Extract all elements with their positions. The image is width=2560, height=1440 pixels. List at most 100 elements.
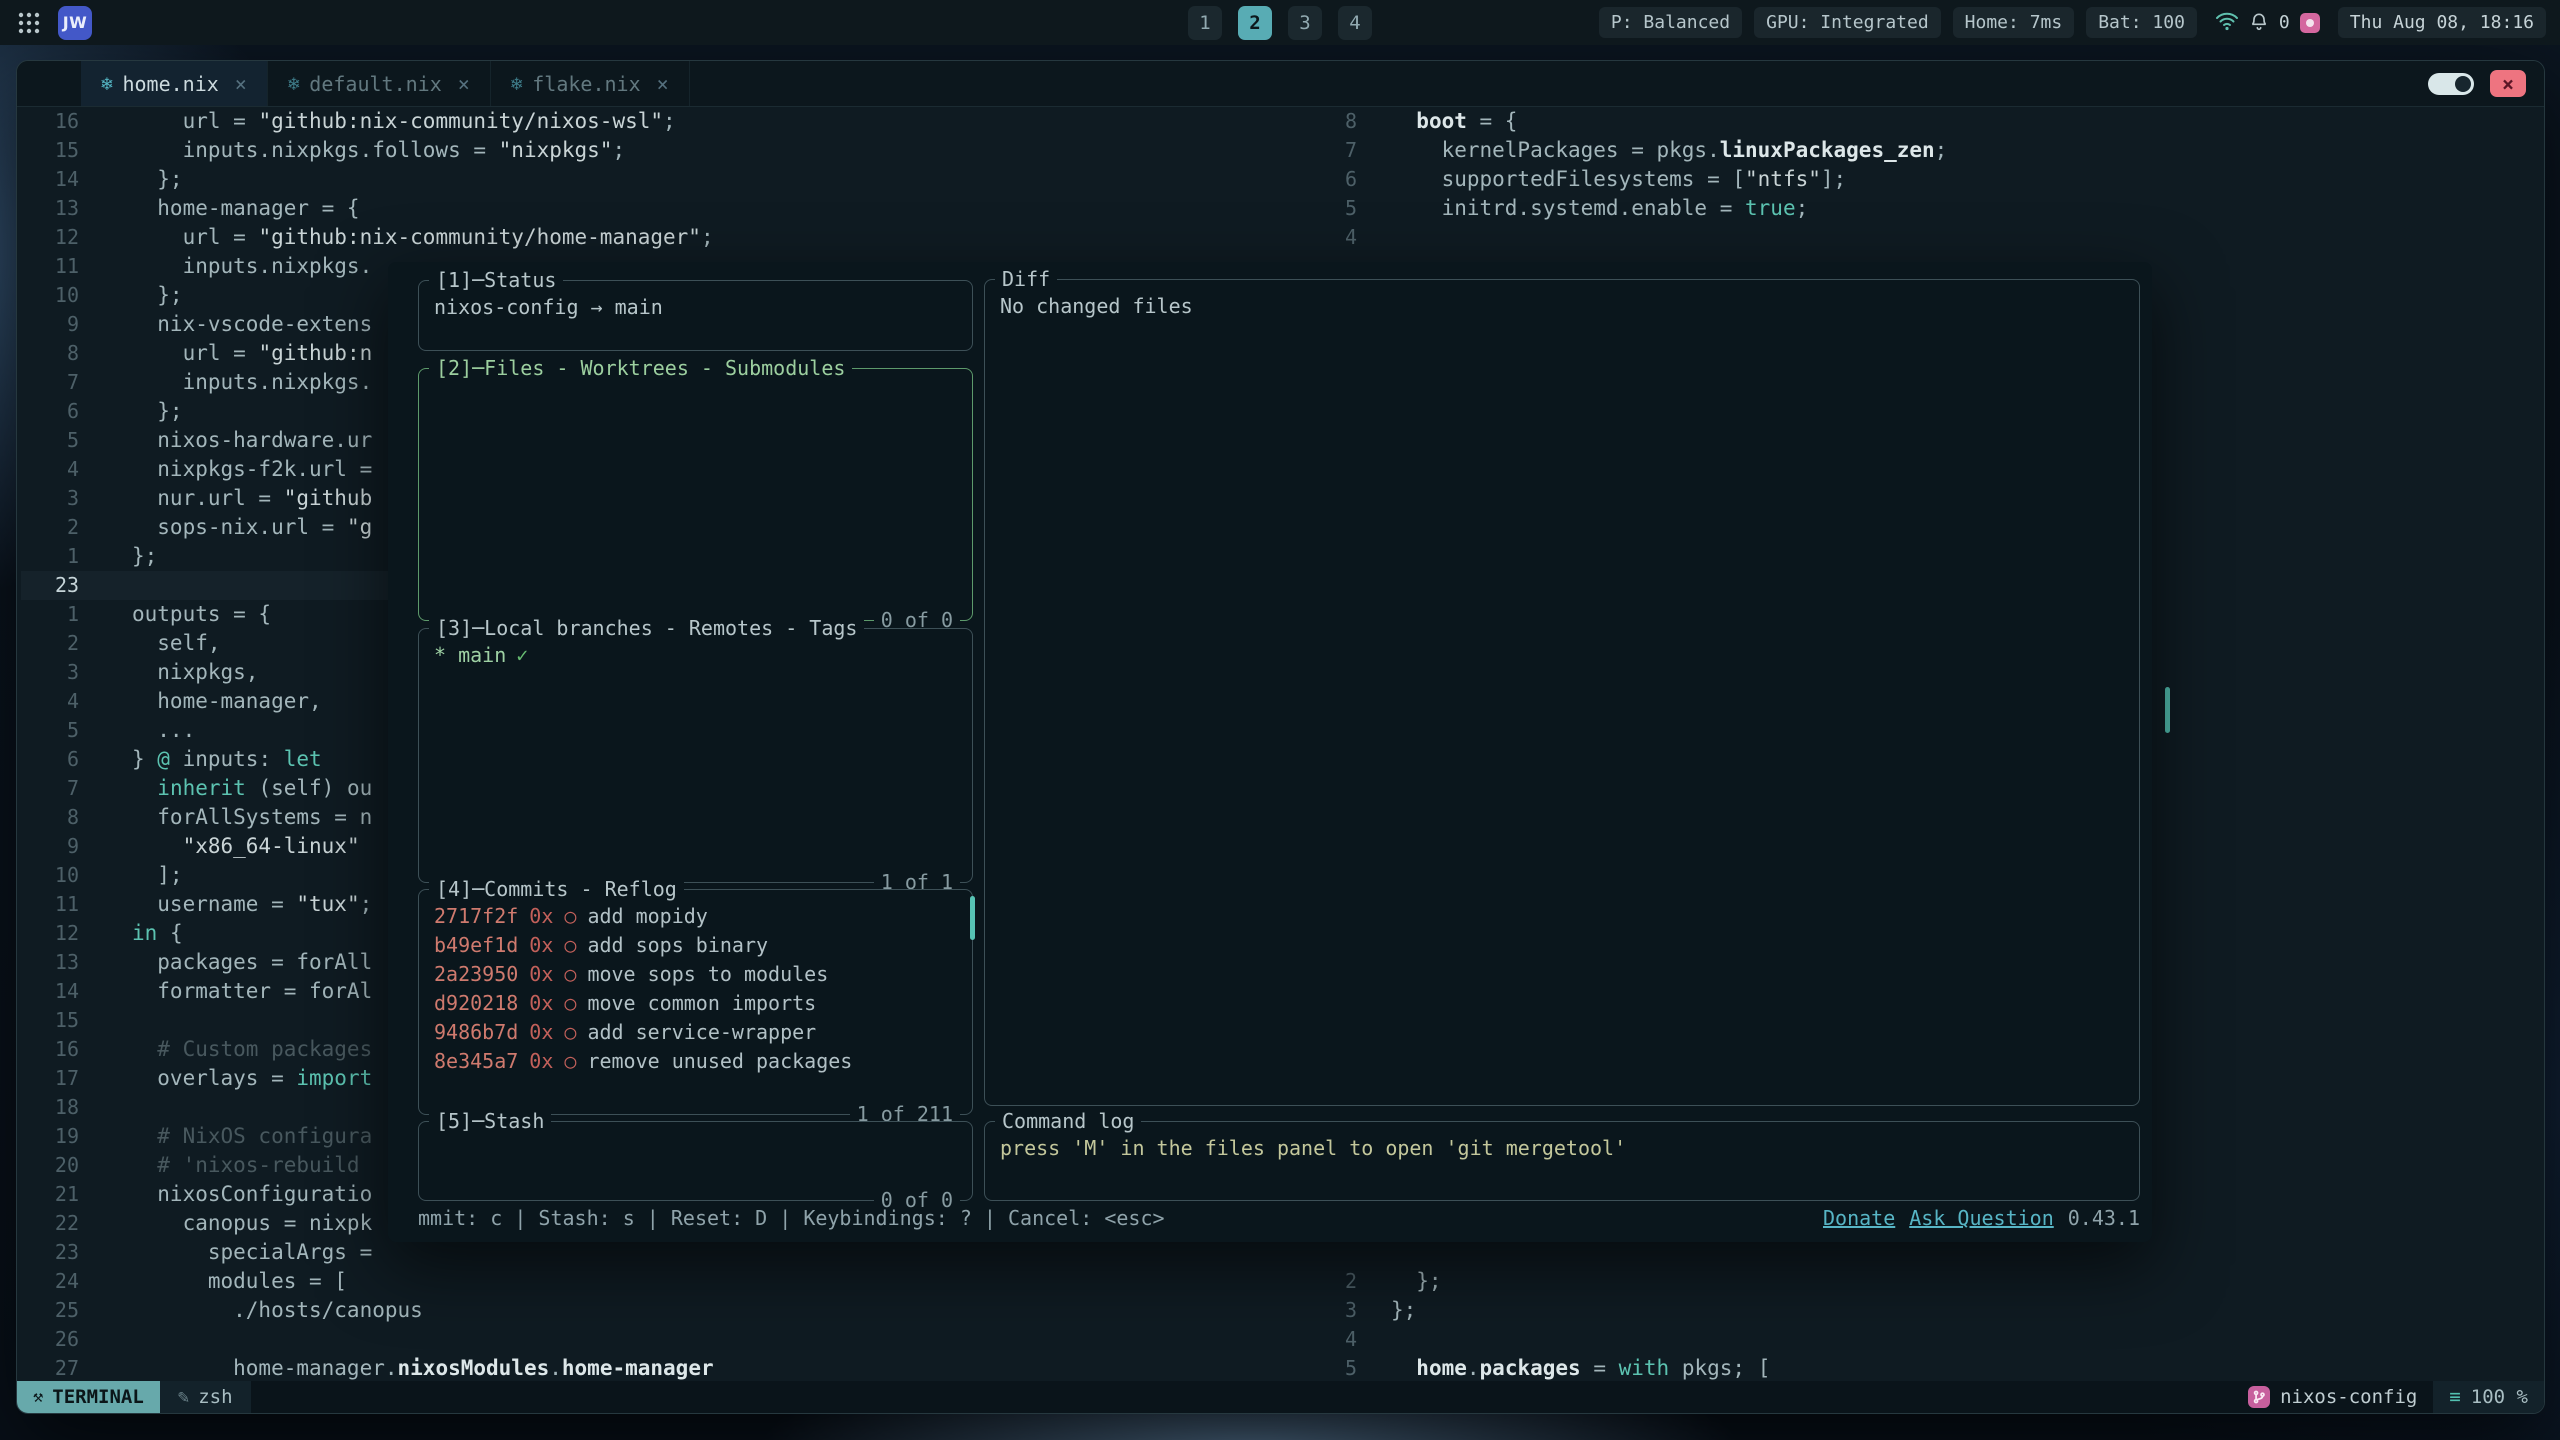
wifi-icon[interactable] — [2215, 9, 2239, 37]
panel-title: [2]─Files - Worktrees - Submodules — [429, 354, 852, 383]
code-line[interactable]: 3}; — [1299, 1296, 2544, 1325]
branch-name: * main — [434, 643, 506, 667]
code-line[interactable]: 8 boot = { — [1299, 107, 2544, 136]
code-line[interactable]: 25 ./hosts/canopus — [21, 1296, 1301, 1325]
lazygit-command-log-panel[interactable]: Command log press 'M' in the files panel… — [984, 1121, 2140, 1201]
lazygit-diff-panel[interactable]: Diff No changed files — [984, 279, 2140, 1106]
clock: Thu Aug 08, 18:16 — [2338, 7, 2546, 38]
notification-count: 0 — [2279, 12, 2290, 33]
code-line[interactable]: 23 specialArgs = — [21, 1238, 1301, 1267]
code-line[interactable]: 13 home-manager = { — [21, 194, 1301, 223]
tray-color-icon[interactable] — [2300, 13, 2320, 33]
code-text: } @ inputs: let — [132, 745, 322, 774]
lazygit-files-panel[interactable]: [2]─Files - Worktrees - Submodules 0 of … — [418, 368, 973, 621]
line-number: 10 — [21, 861, 79, 890]
commit-message: move common imports — [587, 991, 816, 1015]
tab-close-icon[interactable]: × — [235, 72, 247, 96]
line-number: 3 — [21, 658, 79, 687]
workspace-4[interactable]: 4 — [1338, 6, 1372, 40]
line-number: 9 — [21, 832, 79, 861]
workspace-1[interactable]: 1 — [1188, 6, 1222, 40]
code-line[interactable]: 6 supportedFilesystems = ["ntfs"]; — [1299, 165, 2544, 194]
line-number: 2 — [21, 513, 79, 542]
code-text: # NixOS configura — [132, 1122, 372, 1151]
code-line[interactable]: 15 inputs.nixpkgs.follows = "nixpkgs"; — [21, 136, 1301, 165]
commit-row[interactable]: 9486b7d0x○add service-wrapper — [434, 1018, 957, 1047]
lazygit-popup: [1]─Status nixos-config → main [2]─Files… — [388, 262, 2152, 1242]
window-close-button[interactable]: × — [2490, 70, 2526, 97]
code-text: initrd.systemd.enable = true; — [1391, 194, 1808, 223]
repo-branch-status: nixos-config → main — [434, 293, 957, 322]
pencil-icon: ✎ — [178, 1386, 189, 1408]
panel-title: Command log — [995, 1107, 1141, 1136]
line-number: 9 — [21, 310, 79, 339]
commit-node-icon: ○ — [564, 1049, 576, 1073]
commits-scrollbar-thumb[interactable] — [970, 896, 975, 940]
shell-label: zsh — [198, 1386, 232, 1408]
code-line[interactable]: 27 home-manager.nixosModules.home-manage… — [21, 1354, 1301, 1383]
code-text: }; — [132, 165, 183, 194]
lazygit-stash-panel[interactable]: [5]─Stash 0 of 0 — [418, 1121, 973, 1201]
commit-message: add mopidy — [587, 904, 707, 928]
lazygit-status-panel[interactable]: [1]─Status nixos-config → main — [418, 280, 973, 351]
workspace-3[interactable]: 3 — [1288, 6, 1322, 40]
code-line[interactable]: 12 url = "github:nix-community/home-mana… — [21, 223, 1301, 252]
editor-scrollbar-thumb[interactable] — [2165, 687, 2170, 733]
code-text: nixpkgs-f2k.url = — [132, 455, 372, 484]
commit-hash: d920218 — [434, 991, 518, 1015]
tab-label: home.nix — [122, 72, 218, 96]
tab-label: flake.nix — [532, 72, 640, 96]
branch-row[interactable]: * main✓ — [434, 641, 957, 670]
code-line[interactable]: 4 — [1299, 223, 2544, 252]
lazygit-branches-panel[interactable]: [3]─Local branches - Remotes - Tags 1 of… — [418, 628, 973, 883]
code-line[interactable]: 4 — [1299, 1325, 2544, 1354]
app-launcher-icon[interactable] — [14, 8, 44, 38]
tab-home.nix[interactable]: ❄home.nix× — [81, 61, 268, 106]
workspaces: 1234 — [1188, 6, 1372, 40]
code-text: "x86_64-linux" — [132, 832, 360, 861]
line-number: 20 — [21, 1151, 79, 1180]
lazygit-commits-panel[interactable]: [4]─Commits - Reflog 1 of 211 2717f2f0x○… — [418, 889, 973, 1115]
code-line[interactable]: 24 modules = [ — [21, 1267, 1301, 1296]
tab-close-icon[interactable]: × — [458, 72, 470, 96]
code-text: nixosConfiguratio — [132, 1180, 372, 1209]
window-toggle[interactable] — [2428, 73, 2474, 95]
line-number: 6 — [1299, 165, 1357, 194]
line-number: 6 — [21, 397, 79, 426]
commit-row[interactable]: 2717f2f0x○add mopidy — [434, 902, 957, 931]
commit-row[interactable]: d9202180x○move common imports — [434, 989, 957, 1018]
line-number: 4 — [1299, 223, 1357, 252]
code-line[interactable]: 16 url = "github:nix-community/nixos-wsl… — [21, 107, 1301, 136]
code-line[interactable]: 5 initrd.systemd.enable = true; — [1299, 194, 2544, 223]
commit-row[interactable]: 8e345a70x○remove unused packages — [434, 1047, 957, 1076]
tab-close-icon[interactable]: × — [657, 72, 669, 96]
tab-default.nix[interactable]: ❄default.nix× — [268, 61, 491, 106]
code-text: formatter = forAl — [132, 977, 372, 1006]
commit-author: 0x — [529, 991, 553, 1015]
nix-snowflake-icon: ❄ — [288, 73, 299, 95]
code-text: home-manager = { — [132, 194, 360, 223]
code-line[interactable]: 14 }; — [21, 165, 1301, 194]
line-number: 16 — [21, 1035, 79, 1064]
code-text: sops-nix.url = "g — [132, 513, 372, 542]
code-text: }; — [132, 542, 157, 571]
commit-row[interactable]: b49ef1d0x○add sops binary — [434, 931, 957, 960]
bell-icon[interactable] — [2249, 11, 2269, 35]
tab-flake.nix[interactable]: ❄flake.nix× — [491, 61, 690, 106]
code-text: home-manager.nixosModules.home-manager — [132, 1354, 714, 1383]
code-line[interactable]: 5 home.packages = with pkgs; [ — [1299, 1354, 2544, 1383]
code-line[interactable]: 26 — [21, 1325, 1301, 1354]
workspace-2[interactable]: 2 — [1238, 6, 1272, 40]
link-donate[interactable]: Donate — [1823, 1204, 1895, 1233]
link-ask-question[interactable]: Ask Question — [1909, 1204, 2054, 1233]
line-number: 21 — [21, 1180, 79, 1209]
lines-icon: ≡ — [2449, 1386, 2460, 1408]
code-line[interactable]: 2 }; — [1299, 1267, 2544, 1296]
lazygit-version: 0.43.1 — [2068, 1204, 2140, 1233]
line-number: 1 — [21, 542, 79, 571]
code-line[interactable]: 7 kernelPackages = pkgs.linuxPackages_ze… — [1299, 136, 2544, 165]
commit-row[interactable]: 2a239500x○move sops to modules — [434, 960, 957, 989]
tab-strip: ❄home.nix×❄default.nix×❄flake.nix× — [81, 61, 690, 106]
panel-title: [1]─Status — [429, 266, 563, 295]
line-number: 14 — [21, 977, 79, 1006]
